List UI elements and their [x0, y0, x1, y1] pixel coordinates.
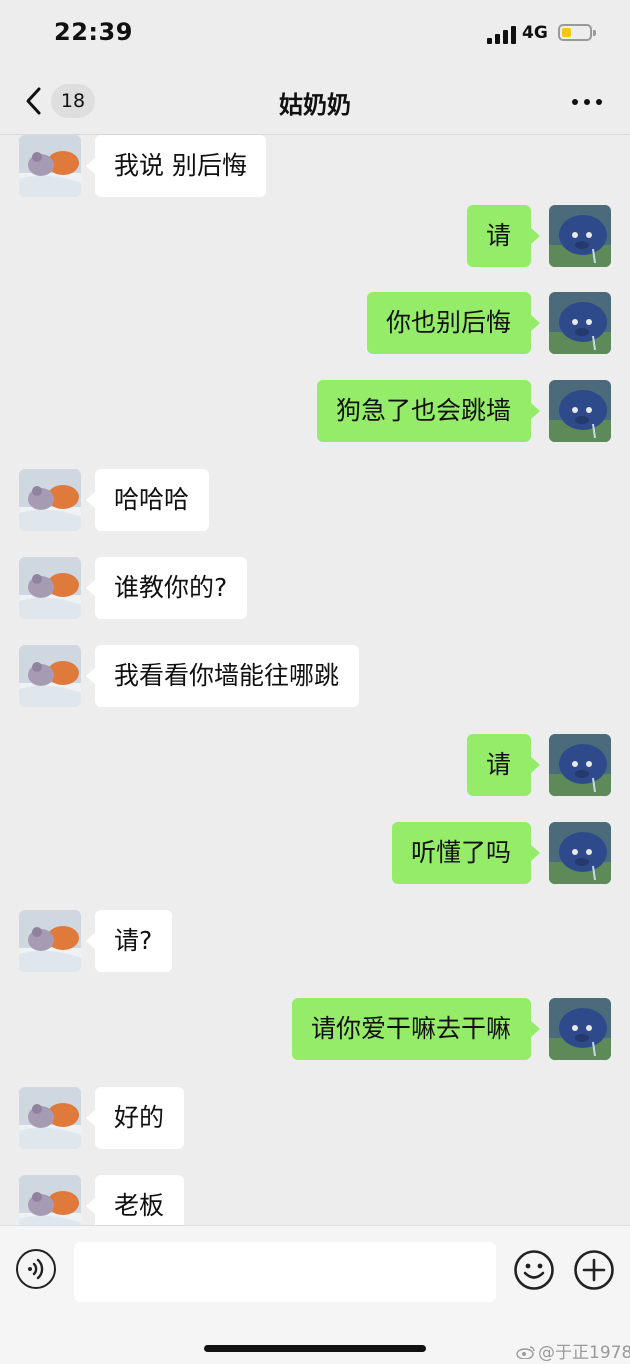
my-avatar[interactable] — [549, 822, 611, 884]
signal-icon — [487, 26, 517, 44]
message-input[interactable] — [74, 1242, 496, 1302]
contact-avatar[interactable] — [19, 135, 81, 197]
message-row-left: 老板 — [0, 1175, 630, 1225]
contact-avatar[interactable] — [19, 645, 81, 707]
message-row-left: 谁教你的? — [0, 557, 630, 619]
message-bubble[interactable]: 请 — [467, 205, 540, 267]
message-row-right: 狗急了也会跳墙 — [0, 380, 630, 442]
voice-icon[interactable] — [16, 1249, 56, 1289]
my-avatar[interactable] — [549, 998, 611, 1060]
message-list[interactable]: 我说 别后悔请你也别后悔 狗急了也会跳墙 哈哈哈 谁教你的? 我看看你墙能往哪跳请听懂了… — [0, 135, 630, 1225]
status-bar: 22:39 4G — [0, 0, 630, 70]
contact-avatar[interactable] — [19, 557, 81, 619]
message-bubble[interactable]: 请? — [86, 910, 172, 972]
message-bubble[interactable]: 请 — [467, 734, 540, 796]
status-time: 22:39 — [54, 18, 133, 46]
message-bubble[interactable]: 哈哈哈 — [86, 469, 209, 531]
my-avatar[interactable] — [549, 292, 611, 354]
contact-avatar[interactable] — [19, 910, 81, 972]
message-row-right: 你也别后悔 — [0, 292, 630, 354]
message-bubble[interactable]: 狗急了也会跳墙 — [317, 380, 540, 442]
message-bubble[interactable]: 老板 — [86, 1175, 184, 1225]
contact-avatar[interactable] — [19, 1175, 81, 1225]
message-row-right: 请 — [0, 205, 630, 267]
plus-icon[interactable] — [573, 1249, 615, 1291]
watermark-text: @于正1978 — [538, 1343, 630, 1363]
message-bubble[interactable]: 谁教你的? — [86, 557, 247, 619]
message-row-right: 请 — [0, 734, 630, 796]
message-row-left: 请? — [0, 910, 630, 972]
home-indicator[interactable] — [204, 1345, 426, 1352]
my-avatar[interactable] — [549, 380, 611, 442]
message-bubble[interactable]: 你也别后悔 — [367, 292, 540, 354]
emoji-icon[interactable] — [513, 1249, 555, 1291]
message-bubble[interactable]: 我看看你墙能往哪跳 — [86, 645, 359, 707]
contact-avatar[interactable] — [19, 469, 81, 531]
my-avatar[interactable] — [549, 734, 611, 796]
message-row-left: 好的 — [0, 1087, 630, 1149]
watermark: @于正1978 — [516, 1338, 630, 1363]
message-bubble[interactable]: 我说 别后悔 — [86, 135, 266, 197]
more-dots-icon[interactable] — [572, 99, 604, 107]
message-row-left: 我看看你墙能往哪跳 — [0, 645, 630, 707]
message-bubble[interactable]: 听懂了吗 — [392, 822, 540, 884]
chat-header: 18 姑奶奶 — [0, 70, 630, 135]
battery-icon — [558, 24, 596, 41]
message-row-left: 哈哈哈 — [0, 469, 630, 531]
page-title: 姑奶奶 — [279, 91, 351, 119]
message-row-right: 请你爱干嘛去干嘛 — [0, 998, 630, 1060]
contact-avatar[interactable] — [19, 1087, 81, 1149]
my-avatar[interactable] — [549, 205, 611, 267]
message-bubble[interactable]: 好的 — [86, 1087, 184, 1149]
message-row-left: 我说 别后悔 — [0, 135, 630, 197]
message-row-right: 听懂了吗 — [0, 822, 630, 884]
message-bubble[interactable]: 请你爱干嘛去干嘛 — [292, 998, 540, 1060]
input-bar: @于正1978 — [0, 1225, 630, 1364]
network-type: 4G — [522, 23, 548, 43]
weibo-icon — [516, 1344, 536, 1360]
